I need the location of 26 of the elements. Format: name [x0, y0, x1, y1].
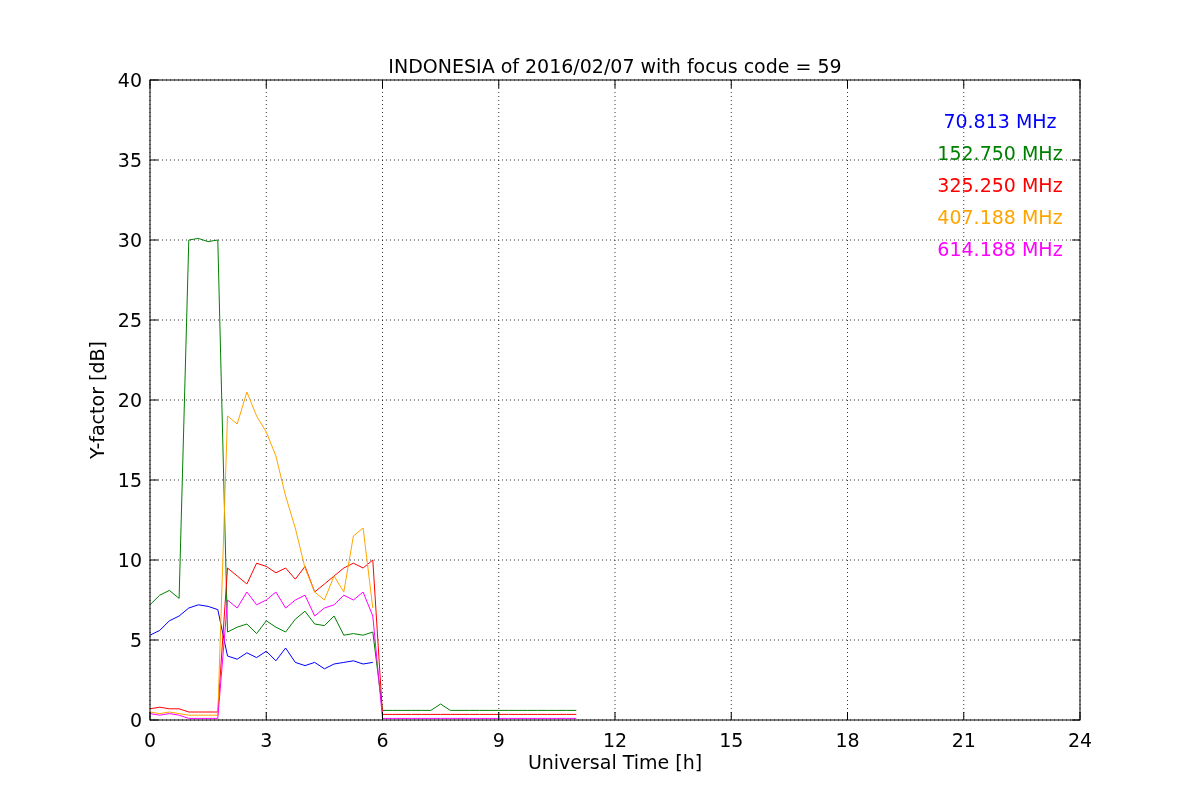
legend-label: 325.250 MHz — [937, 174, 1063, 196]
y-tick-label: 35 — [117, 149, 142, 171]
legend-label: 407.188 MHz — [937, 206, 1063, 228]
legend-label: 70.813 MHz — [943, 110, 1057, 132]
legend-label: 152.750 MHz — [937, 142, 1063, 164]
y-tick-label: 10 — [117, 549, 142, 571]
y-tick-label: 40 — [117, 69, 142, 91]
x-tick-label: 12 — [602, 729, 628, 751]
x-tick-label: 18 — [835, 729, 860, 751]
y-tick-label: 15 — [117, 469, 142, 491]
x-tick-label: 0 — [143, 729, 157, 751]
y-tick-label: 20 — [117, 389, 142, 411]
x-tick-label: 9 — [492, 729, 505, 751]
x-tick-label: 15 — [719, 729, 744, 751]
y-tick-label: 0 — [129, 709, 142, 731]
x-tick-label: 24 — [1067, 729, 1093, 751]
y-axis-label: Y-factor [dB] — [86, 341, 108, 459]
y-tick-label: 5 — [129, 629, 142, 651]
chart-title: INDONESIA of 2016/02/07 with focus code = 59 — [388, 55, 842, 77]
y-tick-label: 25 — [117, 309, 142, 331]
x-tick-label: 21 — [951, 729, 976, 751]
x-axis-label: Universal Time [h] — [527, 751, 703, 773]
y-tick-label: 30 — [117, 229, 142, 251]
x-tick-label: 3 — [260, 729, 273, 751]
legend-label: 614.188 MHz — [937, 238, 1063, 260]
x-tick-label: 6 — [376, 729, 389, 751]
